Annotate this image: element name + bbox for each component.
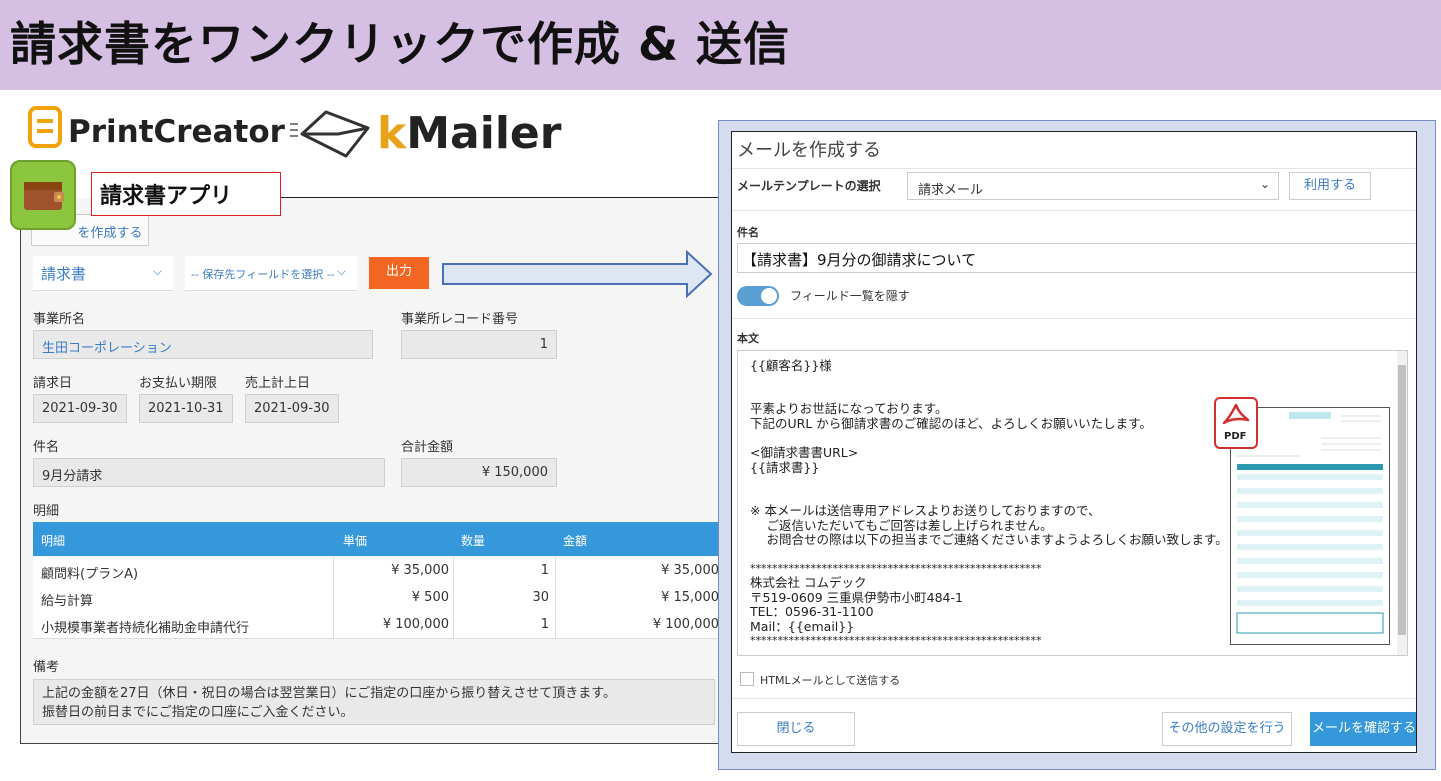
detail-label: 明細 <box>33 504 60 519</box>
table-row: 顧問料(プランA) ¥ 35,000 1 ¥ 35,000 <box>33 557 721 585</box>
flow-arrow-icon <box>442 250 713 298</box>
office-record-field: 1 <box>401 330 557 359</box>
output-button[interactable]: 出力 <box>369 257 429 289</box>
total-label: 合計金額 <box>401 440 454 455</box>
invoice-date-field: 2021-09-30 <box>33 394 127 423</box>
column-header: 明細 <box>41 534 66 548</box>
subject-label: 件名 <box>33 440 60 455</box>
body-label: 本文 <box>737 332 759 345</box>
pdf-icon: PDF <box>1214 397 1258 449</box>
kmailer-envelope-icon <box>290 110 370 158</box>
column-header: 数量 <box>461 534 486 548</box>
mail-body-textarea[interactable]: {{顧客名}}様 平素よりお世話になっております。 下記のURL から御請求書の… <box>737 350 1408 656</box>
mail-dialog: メールを作成する メールテンプレートの選択 請求メール ⌄ 利用する 件名 【請… <box>731 131 1417 753</box>
column-header: 単価 <box>343 534 368 548</box>
connector-line <box>281 197 721 198</box>
office-name-label: 事業所名 <box>33 312 86 327</box>
use-template-button[interactable]: 利用する <box>1289 172 1371 200</box>
app-label: 請求書アプリ <box>100 184 233 209</box>
printcreator-logo-icon <box>28 106 62 148</box>
detail-table-header: 明細 単価 数量 金額 <box>33 522 721 556</box>
page-title: 請求書をワンクリックで作成 & 送信 <box>10 17 791 71</box>
sales-date-label: 売上計上日 <box>245 376 311 391</box>
table-row: 給与計算 ¥ 500 30 ¥ 15,000 <box>33 584 721 612</box>
chevron-down-icon: ⌵ <box>337 264 347 278</box>
html-mail-label: HTMLメールとして送信する <box>760 674 901 687</box>
remarks-label: 備考 <box>33 660 60 675</box>
printcreator-logo-text: PrintCreator <box>68 114 285 150</box>
due-date-label: お支払い期限 <box>139 376 218 391</box>
subject-input[interactable]: 【請求書】9月分の御請求について <box>737 243 1416 273</box>
other-settings-button[interactable]: その他の設定を行う <box>1162 712 1292 746</box>
remarks-field: 上記の金額を27日（休日・祝日の場合は翌営業日）にご指定の口座から振り替えさせて… <box>33 679 715 725</box>
subject-field: 9月分請求 <box>33 458 385 487</box>
template-label: メールテンプレートの選択 <box>737 179 881 193</box>
template-select[interactable]: 請求書 ⌵ <box>33 256 173 291</box>
sales-date-field: 2021-09-30 <box>245 394 339 423</box>
wallet-app-icon <box>10 160 76 230</box>
field-list-toggle[interactable] <box>737 286 779 306</box>
subject-label: 件名 <box>737 226 759 239</box>
office-name-field: 生田コーポレーション <box>33 330 373 359</box>
table-row: 小規模事業者持続化補助金申請代行 ¥ 100,000 1 ¥ 100,000 <box>33 611 721 639</box>
column-header: 金額 <box>563 534 588 548</box>
confirm-mail-button[interactable]: メールを確認する <box>1310 712 1416 746</box>
html-mail-checkbox[interactable] <box>740 672 754 686</box>
close-button[interactable]: 閉じる <box>737 712 855 746</box>
body-scrollbar[interactable] <box>1397 351 1407 655</box>
mail-template-select[interactable]: 請求メール ⌄ <box>907 172 1279 200</box>
office-record-label: 事業所レコード番号 <box>401 312 519 327</box>
dialog-title: メールを作成する <box>737 140 881 161</box>
total-field: ¥ 150,000 <box>401 458 557 487</box>
chevron-down-icon: ⌄ <box>1260 177 1271 191</box>
due-date-field: 2021-10-31 <box>139 394 233 423</box>
chevron-down-icon: ⌵ <box>153 264 163 278</box>
kmailer-logo-text: kMailer <box>377 108 562 159</box>
invoice-date-label: 請求日 <box>33 376 73 391</box>
save-field-select[interactable]: -- 保存先フィールドを選択 -- ⌵ <box>185 256 357 291</box>
toggle-label: フィールド一覧を隠す <box>790 289 910 303</box>
